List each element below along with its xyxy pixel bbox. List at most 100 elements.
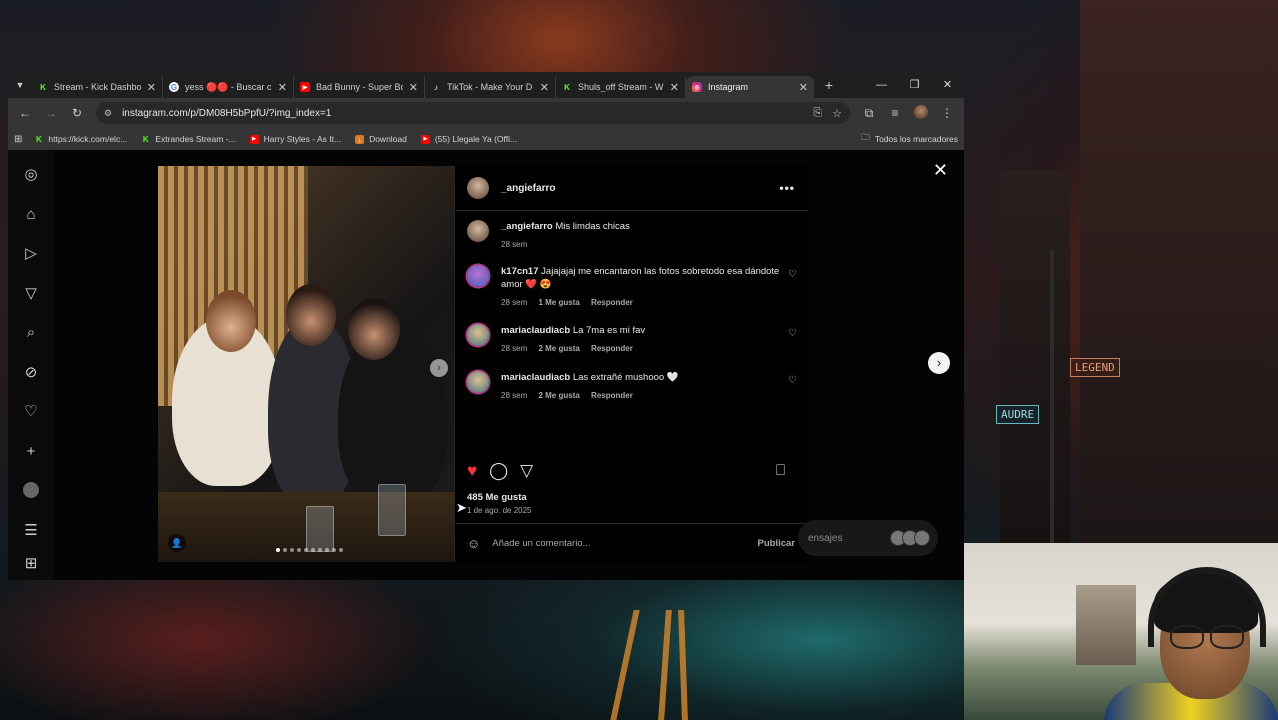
profile-avatar[interactable] — [22, 482, 40, 500]
minimize-button[interactable]: — — [865, 72, 898, 98]
site-info-icon[interactable]: ⚙ — [104, 108, 112, 119]
reload-button[interactable]: ↻ — [64, 106, 90, 120]
like-comment-icon[interactable]: ♡ — [788, 328, 797, 355]
create-icon[interactable]: + — [22, 443, 40, 461]
close-tab-icon[interactable]: ✕ — [147, 81, 156, 94]
bookmark-kick[interactable]: K https://kick.com/elc... — [34, 134, 127, 144]
carousel-indicator — [276, 548, 343, 552]
all-bookmarks-button[interactable]: 🗀 Todos los marcadores — [861, 132, 958, 146]
extensions-icon[interactable]: ⧉ — [856, 106, 882, 121]
comment-likes[interactable]: 2 Me gusta — [538, 344, 579, 353]
profile-avatar[interactable] — [908, 104, 934, 122]
tab-instagram[interactable]: ◎ Instagram ✕ — [686, 76, 814, 98]
share-icon[interactable]: ▽ — [520, 461, 533, 481]
new-tab-button[interactable]: + — [818, 77, 840, 93]
like-comment-icon[interactable]: ♡ — [788, 269, 797, 309]
notifications-icon[interactable]: ♡ — [22, 403, 40, 421]
comment-username[interactable]: mariaclaudiacb — [501, 372, 570, 383]
comment-username[interactable]: k17cn17 — [501, 266, 539, 277]
tab-kick-stream[interactable]: K Shuls_off Stream - W ✕ — [556, 76, 686, 98]
back-button[interactable]: ← — [12, 106, 38, 120]
like-comment-icon[interactable]: ♡ — [788, 375, 797, 402]
comment-icon[interactable]: ◯ — [489, 461, 508, 481]
more-menu-icon[interactable]: ☰ — [22, 522, 40, 540]
close-window-button[interactable]: ✕ — [931, 72, 964, 98]
youtube-icon: ▶ — [249, 134, 259, 144]
tab-title: Shuls_off Stream - W — [578, 82, 664, 92]
comment-likes[interactable]: 2 Me gusta — [538, 391, 579, 400]
post-image[interactable]: 👤 › — [158, 166, 454, 562]
close-tab-icon[interactable]: ✕ — [799, 81, 808, 94]
search-icon[interactable]: ⌕ — [22, 324, 40, 342]
bookmark-extrandes[interactable]: K Extrandes Stream -... — [141, 134, 236, 144]
forward-button[interactable]: → — [38, 106, 64, 120]
next-post-button[interactable]: › — [928, 352, 950, 374]
reply-button[interactable]: Responder — [591, 344, 633, 353]
save-bookmark-icon[interactable]: ⎕ — [776, 461, 785, 481]
apps-grid-icon[interactable]: ⊞ — [14, 134, 22, 145]
reply-button[interactable]: Responder — [591, 391, 633, 400]
instagram-logo-icon[interactable]: ◎ — [22, 166, 40, 184]
user-tag-icon[interactable]: 👤 — [168, 534, 186, 552]
media-controls-icon[interactable]: ≡ — [882, 106, 908, 120]
close-tab-icon[interactable]: ✕ — [278, 81, 287, 94]
close-tab-icon[interactable]: ✕ — [409, 81, 418, 94]
explore-icon[interactable]: ⊘ — [22, 364, 40, 382]
comment-text: Las extrañé mushooo 🤍 — [572, 372, 679, 383]
comment-text: Jajajajaj me encantaron las fotos sobret… — [501, 266, 780, 290]
tab-tiktok[interactable]: ♪ TikTok - Make Your D ✕ — [425, 76, 556, 98]
more-options-icon[interactable]: ••• — [779, 181, 795, 195]
author-username[interactable]: _angiefarro — [501, 183, 555, 194]
bookmark-harry-styles[interactable]: ▶ Harry Styles - As It... — [249, 134, 342, 144]
comment-likes[interactable]: 1 Me gusta — [538, 298, 579, 307]
install-app-icon[interactable]: ⎘ — [813, 107, 822, 120]
bookmark-label: https://kick.com/elc... — [48, 134, 128, 144]
close-tab-icon[interactable]: ✕ — [540, 81, 549, 94]
tab-youtube-bad-bunny[interactable]: ▶ Bad Bunny - Super Bo ✕ — [294, 76, 425, 98]
address-bar[interactable]: ⚙ instagram.com/p/DM08H5bPpfU/?img_index… — [96, 102, 850, 124]
likes-count[interactable]: 485 Me gusta — [467, 492, 527, 503]
bookmark-label: Harry Styles - As It... — [263, 134, 342, 144]
comment-input[interactable]: Añade un comentario... — [492, 538, 757, 549]
bookmark-star-icon[interactable]: ☆ — [832, 107, 842, 120]
bookmark-label: Extrandes Stream -... — [155, 134, 236, 144]
post-date: 1 de ago. de 2025 — [467, 506, 532, 515]
close-tab-icon[interactable]: ✕ — [670, 81, 679, 94]
emoji-icon[interactable]: ☺ — [467, 536, 480, 551]
reels-icon[interactable]: ▷ — [22, 245, 40, 263]
commenter-avatar[interactable] — [467, 265, 489, 287]
author-avatar[interactable] — [467, 177, 489, 199]
commenter-avatar[interactable] — [467, 324, 489, 346]
restore-button[interactable]: ❐ — [898, 72, 931, 98]
tab-title: Bad Bunny - Super Bo — [316, 82, 403, 92]
url-text: instagram.com/p/DM08H5bPpfU/?img_index=1 — [122, 107, 332, 119]
image-next-arrow[interactable]: › — [430, 359, 448, 377]
tab-kick-dashboard[interactable]: K Stream - Kick Dashbo ✕ — [32, 76, 163, 98]
comment-time: 28 sem — [501, 344, 528, 353]
publish-button[interactable]: Publicar — [758, 538, 796, 549]
tab-title: Stream - Kick Dashbo — [54, 82, 141, 92]
google-icon: G — [169, 82, 179, 92]
reply-button[interactable]: Responder — [591, 298, 633, 307]
tab-search-button[interactable]: ▼ — [8, 72, 32, 98]
direct-messages-icon[interactable]: ▽ — [22, 285, 40, 303]
like-heart-icon[interactable]: ♥ — [467, 461, 477, 481]
webcam-feed — [964, 543, 1278, 720]
home-icon[interactable]: ⌂ — [22, 206, 40, 224]
folder-icon: 🗀 — [861, 132, 870, 142]
kick-icon: K — [142, 134, 149, 144]
caption-username[interactable]: _angiefarro — [501, 221, 553, 232]
bookmark-llegale-ya[interactable]: ▶ (55) Llegale Ya (Offi... — [420, 134, 517, 144]
menu-icon[interactable]: ⋮ — [934, 106, 960, 120]
also-from-meta-icon[interactable]: ⊞ — [22, 555, 40, 573]
commenter-avatar[interactable] — [467, 371, 489, 393]
comment-username[interactable]: mariaclaudiacb — [501, 325, 570, 336]
author-avatar[interactable] — [467, 220, 489, 242]
messages-pill[interactable]: ensajes — [798, 520, 938, 556]
post-details-panel: _angiefarro ••• _angiefarro Mis limdas c… — [454, 166, 807, 562]
close-modal-icon[interactable]: ✕ — [933, 160, 948, 181]
caption: _angiefarro Mis limdas chicas 28 sem — [467, 220, 797, 251]
tab-google-search[interactable]: G yess 🔴🔴 - Buscar c ✕ — [163, 76, 294, 98]
kick-icon: K — [40, 82, 46, 92]
bookmark-download[interactable]: ↓ Download — [355, 134, 407, 144]
